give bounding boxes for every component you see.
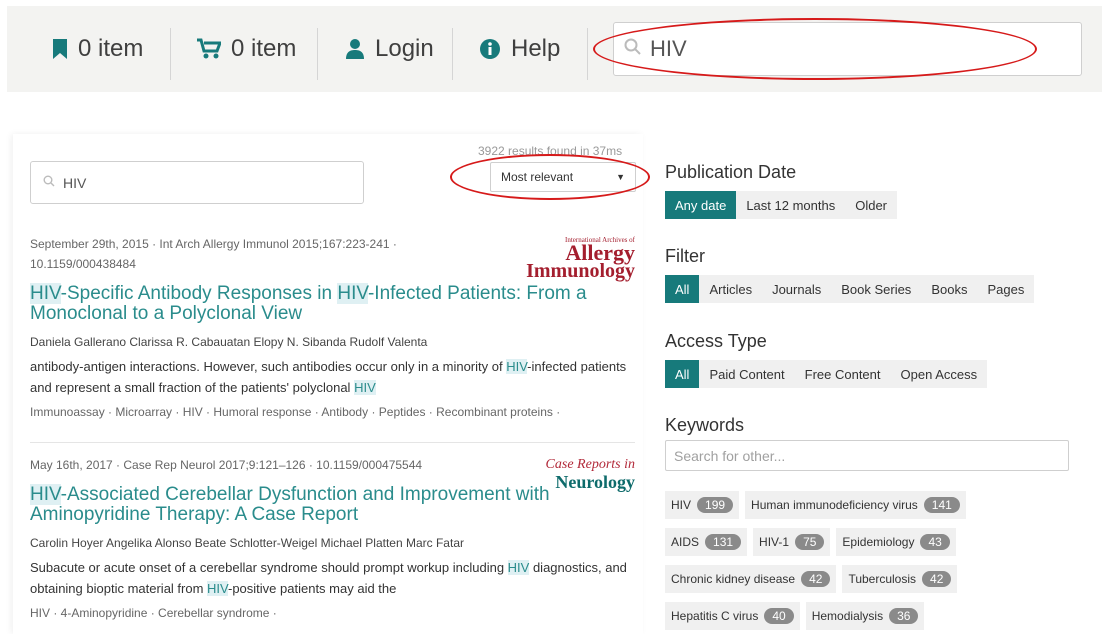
filter-title: Filter bbox=[665, 246, 705, 266]
keywords-title: Keywords bbox=[665, 415, 745, 435]
keyword-chip-epidemiology[interactable]: Epidemiology 43 bbox=[836, 528, 956, 556]
chip-count: 199 bbox=[697, 497, 734, 513]
top-search-box[interactable] bbox=[613, 22, 1082, 76]
publication-date-options: Any date Last 12 months Older bbox=[665, 191, 898, 219]
login-button[interactable]: Login bbox=[345, 6, 434, 92]
keyword-chip-chronic-kidney-disease[interactable]: Chronic kidney disease 42 bbox=[665, 565, 837, 593]
result-item: May 16th, 2017 · Case Rep Neurol 2017;9:… bbox=[30, 455, 635, 623]
filter-option-journals[interactable]: Journals bbox=[762, 275, 832, 303]
keyword-chip-hepatitis-c-virus[interactable]: Hepatitis C virus 40 bbox=[665, 602, 800, 630]
result-keywords: HIV · 4-Aminopyridine · Cerebellar syndr… bbox=[30, 606, 277, 620]
access-type-options: All Paid Content Free Content Open Acces… bbox=[665, 360, 988, 388]
access-type-title: Access Type bbox=[665, 331, 767, 351]
results-count: 3922 results found in 37ms bbox=[478, 144, 623, 158]
nav-divider bbox=[317, 28, 318, 80]
result-authors: Carolin Hoyer Angelika Alonso Beate Schl… bbox=[30, 536, 464, 550]
result-divider bbox=[30, 442, 635, 443]
sort-selected-label: Most relevant bbox=[501, 170, 574, 184]
keyword-chip-hiv[interactable]: HIV 199 bbox=[665, 491, 740, 519]
chip-count: 42 bbox=[922, 571, 952, 587]
results-search-input[interactable] bbox=[63, 174, 343, 191]
cart-label: 0 item bbox=[231, 35, 297, 62]
access-option-paid[interactable]: Paid Content bbox=[699, 360, 795, 388]
bookmarks-button[interactable]: 0 item bbox=[52, 6, 143, 92]
search-icon bbox=[43, 174, 55, 192]
result-snippet: antibody-antigen interactions. However, … bbox=[30, 359, 627, 395]
search-icon bbox=[624, 38, 642, 61]
result-meta: May 16th, 2017 · Case Rep Neurol 2017;9:… bbox=[30, 458, 423, 472]
chip-count: 141 bbox=[923, 497, 960, 513]
nav-divider bbox=[452, 28, 453, 80]
chip-count: 43 bbox=[920, 534, 950, 550]
access-option-free[interactable]: Free Content bbox=[794, 360, 891, 388]
keyword-search-input[interactable] bbox=[665, 440, 1069, 471]
caret-down-icon: ▼ bbox=[616, 172, 625, 182]
chip-count: 42 bbox=[801, 571, 831, 587]
keyword-chip-tuberculosis[interactable]: Tuberculosis 42 bbox=[842, 565, 958, 593]
keyword-chip-row: AIDS 131 HIV-1 75 Epidemiology 43 bbox=[665, 528, 956, 556]
results-search-box[interactable] bbox=[30, 161, 364, 204]
chip-count: 75 bbox=[795, 534, 825, 550]
result-authors: Daniela Gallerano Clarissa R. Cabauatan … bbox=[30, 335, 428, 349]
result-snippet: Subacute or acute onset of a cerebellar … bbox=[30, 560, 627, 596]
help-label: Help bbox=[511, 35, 561, 62]
filter-option-articles[interactable]: Articles bbox=[699, 275, 763, 303]
result-title-link[interactable]: HIV-Associated Cerebellar Dysfunction an… bbox=[30, 484, 635, 525]
keyword-chip-hemodialysis[interactable]: Hemodialysis 36 bbox=[805, 602, 925, 630]
help-button[interactable]: Help bbox=[479, 6, 560, 92]
chip-count: 40 bbox=[764, 608, 794, 624]
bookmark-icon bbox=[52, 38, 68, 60]
top-search-input[interactable] bbox=[650, 36, 1070, 62]
info-icon bbox=[479, 38, 501, 60]
user-icon bbox=[345, 38, 365, 60]
result-meta: September 29th, 2015 · Int Arch Allergy … bbox=[30, 237, 397, 271]
date-option-older[interactable]: Older bbox=[845, 191, 898, 219]
date-option-any[interactable]: Any date bbox=[665, 191, 737, 219]
chip-count: 36 bbox=[889, 608, 919, 624]
journal-logo: International Archives of Allergy Immuno… bbox=[526, 236, 635, 282]
cart-icon bbox=[197, 38, 221, 60]
date-option-last-12-months[interactable]: Last 12 months bbox=[736, 191, 846, 219]
keyword-chip-row: Hepatitis C virus 40 Hemodialysis 36 bbox=[665, 602, 925, 630]
keyword-chip-row: Chronic kidney disease 42 Tuberculosis 42 bbox=[665, 565, 958, 593]
login-label: Login bbox=[375, 35, 434, 62]
journal-logo: Case Reports in Neurology bbox=[545, 457, 635, 492]
filter-option-book-series[interactable]: Book Series bbox=[831, 275, 922, 303]
filter-option-pages[interactable]: Pages bbox=[977, 275, 1035, 303]
nav-divider bbox=[170, 28, 171, 80]
result-title-link[interactable]: HIV-Specific Antibody Responses in HIV-I… bbox=[30, 283, 635, 324]
keyword-chip-aids[interactable]: AIDS 131 bbox=[665, 528, 748, 556]
filter-option-all[interactable]: All bbox=[665, 275, 700, 303]
sort-dropdown[interactable]: Most relevant ▼ bbox=[490, 162, 636, 192]
keyword-chip-hiv-1[interactable]: HIV-1 75 bbox=[753, 528, 831, 556]
chip-count: 131 bbox=[705, 534, 742, 550]
filter-option-books[interactable]: Books bbox=[921, 275, 978, 303]
keyword-chip-human-immunodeficiency-virus[interactable]: Human immunodeficiency virus 141 bbox=[745, 491, 966, 519]
result-keywords: Immunoassay · Microarray · HIV · Humoral… bbox=[30, 405, 561, 419]
result-item: September 29th, 2015 · Int Arch Allergy … bbox=[30, 234, 635, 422]
access-option-all[interactable]: All bbox=[665, 360, 700, 388]
cart-button[interactable]: 0 item bbox=[197, 6, 296, 92]
access-option-open[interactable]: Open Access bbox=[890, 360, 988, 388]
filter-options: All Articles Journals Book Series Books … bbox=[665, 275, 1035, 303]
keyword-chip-row: HIV 199 Human immunodeficiency virus 141 bbox=[665, 491, 966, 519]
nav-divider bbox=[587, 28, 588, 80]
bookmarks-label: 0 item bbox=[78, 35, 144, 62]
publication-date-title: Publication Date bbox=[665, 162, 797, 182]
